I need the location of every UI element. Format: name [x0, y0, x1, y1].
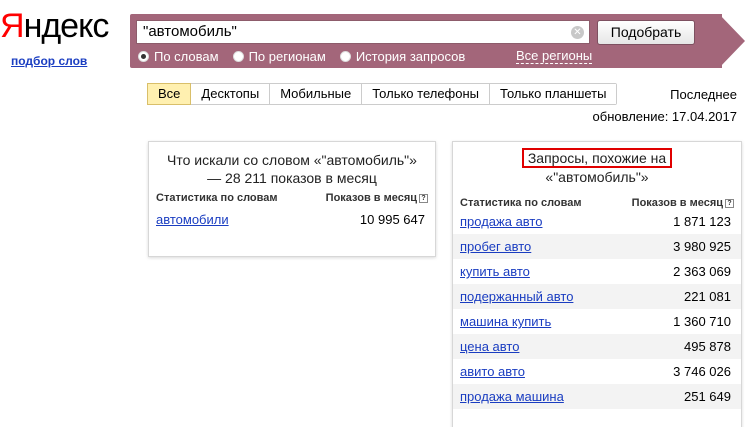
wordstat-link[interactable]: подбор слов: [11, 54, 87, 68]
table-row: купить авто 2 363 069: [453, 259, 741, 284]
radio-checked-icon: [138, 50, 149, 62]
all-regions-link[interactable]: Все регионы: [516, 48, 593, 64]
logo-rest: ндекс: [23, 7, 110, 45]
table-row: продажа авто 1 871 123: [453, 209, 741, 234]
last-updated: Последнее обновление: 17.04.2017: [593, 84, 737, 128]
impressions-count: 2 363 069: [673, 264, 731, 279]
impressions-count: 10 995 647: [359, 212, 425, 227]
radio-label: По регионам: [248, 48, 326, 64]
table-row: цена авто 495 878: [453, 334, 741, 359]
impressions-count: 495 878: [684, 339, 731, 354]
impressions-count: 251 649: [684, 389, 731, 404]
table-row: продажа машина 251 649: [453, 384, 741, 409]
logo-first-letter: Я: [0, 7, 25, 45]
keyword-link[interactable]: подержанный авто: [460, 284, 573, 309]
clear-icon[interactable]: ✕: [571, 26, 584, 39]
column-header-words: Статистика по словам: [460, 197, 582, 209]
impressions-count: 1 871 123: [673, 214, 731, 229]
panel-title: Запросы, похожие на «"автомобиль"»: [453, 148, 741, 186]
panel-title-line2: «"автомобиль"»: [545, 169, 649, 185]
table-header: Статистика по словам Показов в месяц?: [453, 197, 741, 209]
column-header-label: Показов в месяц: [631, 197, 723, 209]
keyword-link[interactable]: машина купить: [460, 309, 551, 334]
table-row: автомобили 10 995 647: [149, 207, 435, 232]
column-header-words: Статистика по словам: [156, 192, 278, 204]
impressions-count: 1 360 710: [673, 314, 731, 329]
last-updated-line2: обновление: 17.04.2017: [592, 109, 737, 124]
panel-title: Что искали со словом «"автомобиль"» — 28…: [167, 152, 417, 186]
table-row: авито авто 3 746 026: [453, 359, 741, 384]
keyword-link[interactable]: автомобили: [156, 207, 229, 232]
radio-unchecked-icon: [232, 50, 244, 62]
keyword-link[interactable]: продажа авто: [460, 209, 542, 234]
tab-desktops[interactable]: Десктопы: [191, 84, 271, 104]
keyword-link[interactable]: продажа машина: [460, 384, 564, 409]
table-row: пробег авто 3 980 925: [453, 234, 741, 259]
radio-label: История запросов: [355, 48, 466, 64]
similar-queries-panel: Запросы, похожие на «"автомобиль"» Стати…: [452, 141, 742, 427]
yandex-logo[interactable]: Яндекс: [0, 7, 110, 45]
keyword-link[interactable]: авито авто: [460, 359, 525, 384]
column-header-impressions: Показов в месяц?: [326, 192, 428, 204]
searched-with-word-panel: Что искали со словом «"автомобиль"» — 28…: [148, 141, 436, 257]
keyword-link[interactable]: пробег авто: [460, 234, 531, 259]
table-header: Статистика по словам Показов в месяц?: [149, 192, 435, 204]
tab-mobile[interactable]: Мобильные: [270, 84, 363, 104]
tab-phones-only[interactable]: Только телефоны: [362, 84, 491, 104]
column-header-label: Показов в месяц: [325, 192, 417, 204]
column-header-impressions: Показов в месяц?: [632, 197, 734, 209]
table-row: машина купить 1 360 710: [453, 309, 741, 334]
tab-all[interactable]: Все: [147, 83, 192, 105]
last-updated-line1: Последнее: [670, 87, 737, 102]
impressions-count: 3 746 026: [673, 364, 731, 379]
submit-button[interactable]: Подобрать: [597, 20, 695, 45]
radio-by-words[interactable]: По словам: [138, 49, 219, 64]
help-icon[interactable]: ?: [725, 199, 734, 208]
search-bar-arrow: [719, 14, 745, 68]
table-row: подержанный авто 221 081: [453, 284, 741, 309]
radio-label: По словам: [154, 48, 219, 64]
device-tabs: Все Десктопы Мобильные Только телефоны Т…: [147, 83, 618, 105]
keyword-link[interactable]: купить авто: [460, 259, 530, 284]
radio-by-regions[interactable]: По регионам: [232, 48, 326, 64]
panel-title-line1: Запросы, похожие на: [527, 150, 667, 166]
search-mode-radios: По словам По регионам История запросов: [138, 48, 479, 64]
radio-unchecked-icon: [339, 50, 351, 62]
help-icon[interactable]: ?: [419, 194, 428, 203]
impressions-count: 3 980 925: [673, 239, 731, 254]
impressions-count: 221 081: [684, 289, 731, 304]
radio-history[interactable]: История запросов: [339, 48, 466, 64]
highlight-box: Запросы, похожие на: [521, 148, 673, 168]
keyword-link[interactable]: цена авто: [460, 334, 519, 359]
search-input[interactable]: "автомобиль": [136, 20, 590, 44]
